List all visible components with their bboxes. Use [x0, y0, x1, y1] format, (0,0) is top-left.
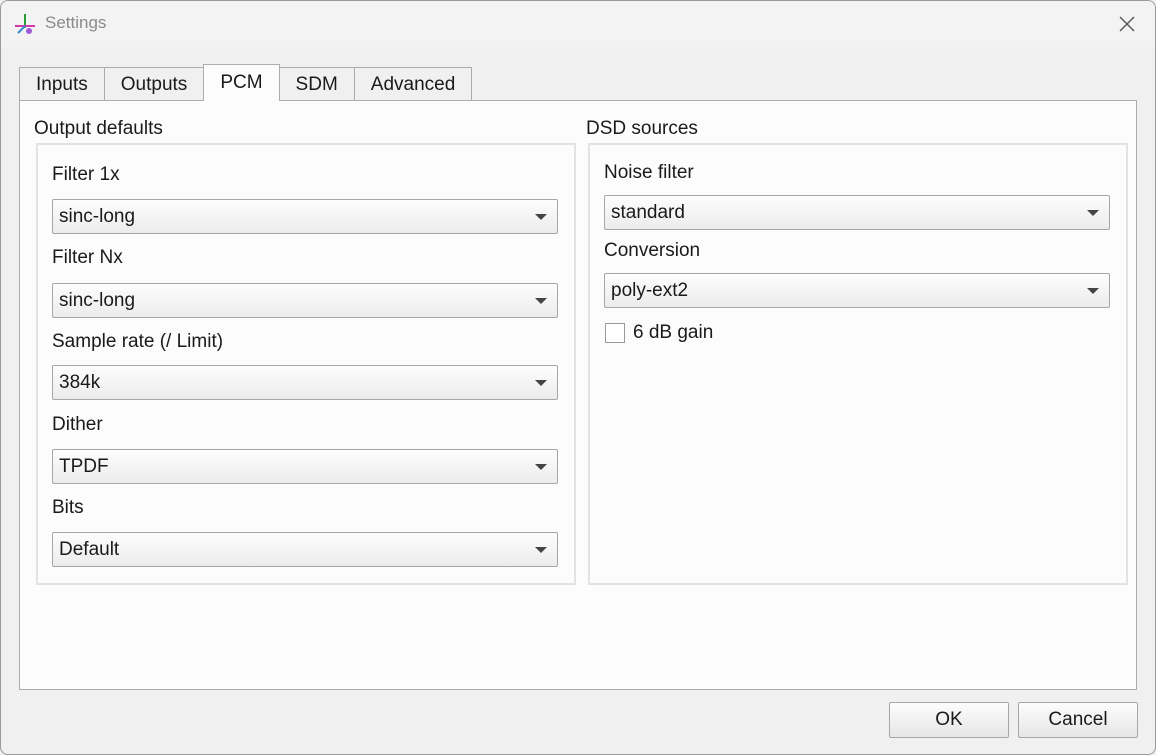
filter-nx-value: sinc-long	[59, 289, 136, 311]
noise-filter-value: standard	[611, 201, 685, 223]
conversion-select[interactable]: poly-ext2	[604, 273, 1110, 308]
tab-outputs[interactable]: Outputs	[103, 67, 205, 101]
bits-value: Default	[59, 538, 120, 560]
tab-inputs[interactable]: Inputs	[19, 67, 105, 101]
chevron-down-icon	[535, 464, 547, 470]
close-button[interactable]	[1099, 1, 1155, 47]
chevron-down-icon	[535, 380, 547, 386]
bits-label: Bits	[52, 497, 84, 518]
noise-filter-select[interactable]: standard	[604, 195, 1110, 230]
tab-pcm[interactable]: PCM	[203, 64, 280, 101]
tab-sdm[interactable]: SDM	[278, 67, 355, 101]
dither-label: Dither	[52, 414, 103, 435]
title-bar: Settings	[1, 1, 1155, 47]
chevron-down-icon	[1087, 210, 1099, 216]
tab-advanced[interactable]: Advanced	[353, 67, 473, 101]
output-defaults-title: Output defaults	[34, 118, 163, 139]
chevron-down-icon	[535, 214, 547, 220]
window-title: Settings	[45, 13, 107, 32]
sample-rate-select[interactable]: 384k	[52, 365, 558, 400]
ok-button[interactable]: OK	[889, 702, 1009, 738]
filter-1x-label: Filter 1x	[52, 164, 120, 185]
chevron-down-icon	[1087, 288, 1099, 294]
chevron-down-icon	[535, 298, 547, 304]
conversion-value: poly-ext2	[611, 279, 689, 301]
sample-rate-label: Sample rate (/ Limit)	[52, 331, 224, 352]
filter-nx-label: Filter Nx	[52, 247, 123, 268]
tab-bar: Inputs Outputs PCM SDM Advanced	[19, 64, 473, 101]
dither-select[interactable]: TPDF	[52, 449, 558, 484]
close-icon	[1119, 16, 1135, 32]
dither-value: TPDF	[59, 455, 109, 477]
chevron-down-icon	[535, 547, 547, 553]
sample-rate-value: 384k	[59, 371, 101, 393]
bits-select[interactable]: Default	[52, 532, 558, 567]
conversion-label: Conversion	[604, 240, 701, 261]
filter-nx-select[interactable]: sinc-long	[52, 283, 558, 318]
filter-1x-select[interactable]: sinc-long	[52, 199, 558, 234]
pcm-tab-panel: Output defaults Filter 1x sinc-long Filt…	[19, 100, 1137, 690]
app-icon	[15, 14, 35, 34]
cancel-button[interactable]: Cancel	[1018, 702, 1138, 738]
settings-dialog: Settings Inputs Outputs PCM SDM Advanced…	[0, 0, 1156, 755]
dsd-sources-title: DSD sources	[586, 118, 698, 139]
noise-filter-label: Noise filter	[604, 162, 694, 183]
gain-label: 6 dB gain	[633, 322, 714, 343]
filter-1x-value: sinc-long	[59, 205, 136, 227]
gain-checkbox[interactable]	[605, 323, 625, 343]
